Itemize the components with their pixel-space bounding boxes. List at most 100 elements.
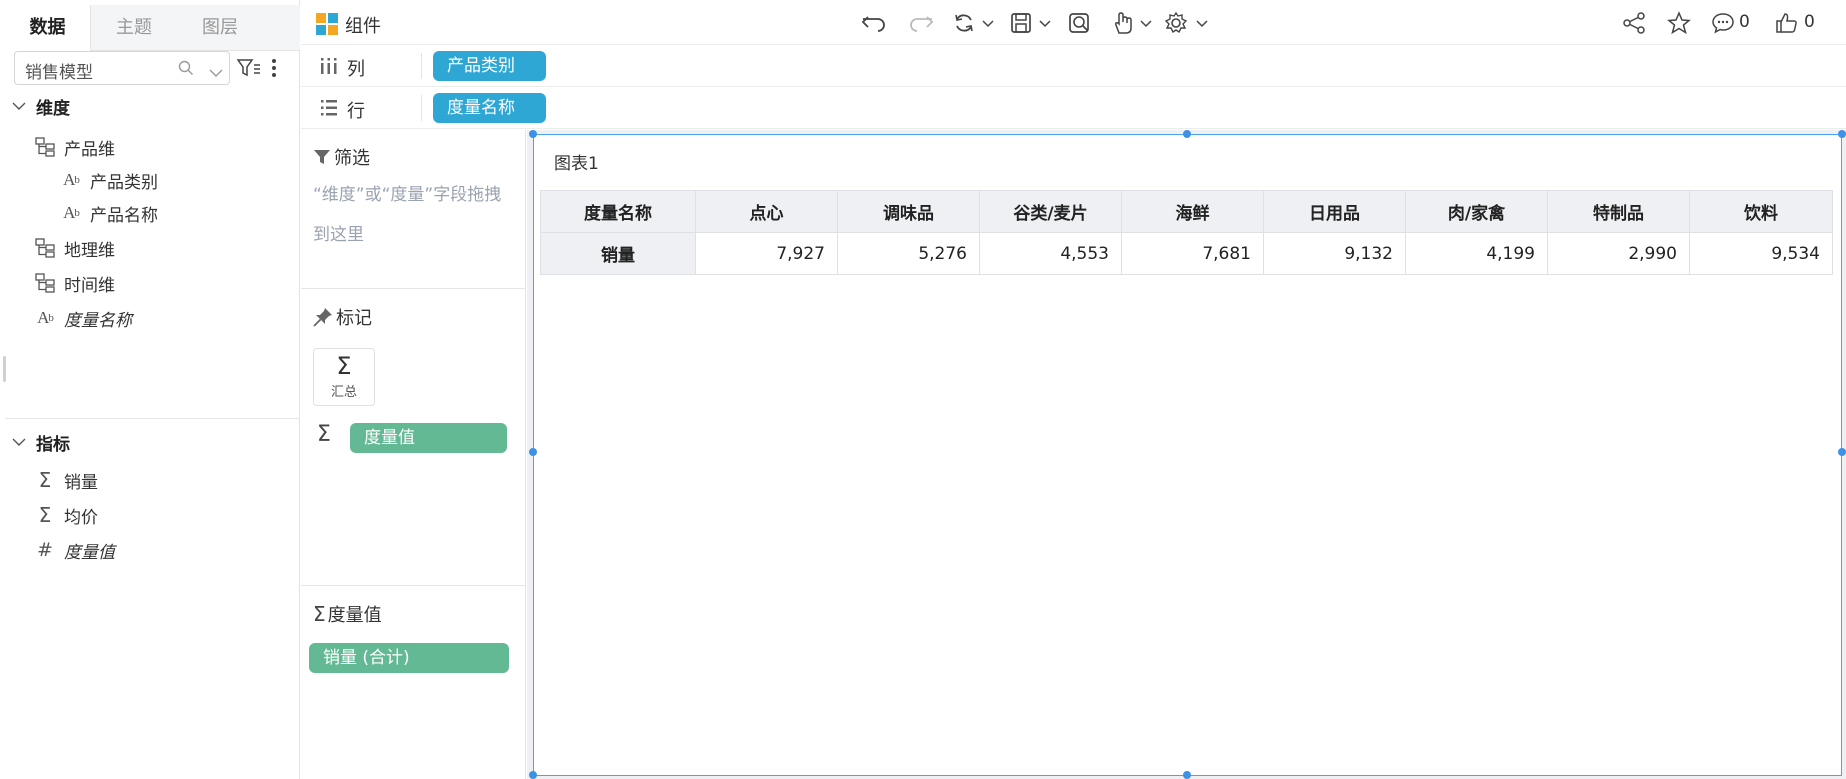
- column-header[interactable]: 度量名称: [540, 190, 696, 233]
- tab-theme[interactable]: 主题: [91, 5, 177, 51]
- table-cell[interactable]: 9,534: [1689, 232, 1833, 275]
- tab-data[interactable]: 数据: [5, 5, 91, 52]
- table-cell[interactable]: 2,990: [1547, 232, 1690, 275]
- column-header[interactable]: 日用品: [1263, 190, 1406, 233]
- field-label: 均价: [64, 507, 98, 528]
- tab-layers[interactable]: 图层: [177, 5, 263, 51]
- filter-header: 筛选: [313, 144, 370, 170]
- redo-icon[interactable]: [908, 10, 934, 36]
- resize-handle-top-right[interactable]: [1838, 130, 1846, 138]
- like-count: 0: [1804, 12, 1815, 32]
- table-cell[interactable]: 9,132: [1263, 232, 1406, 275]
- columns-pill-product-category[interactable]: 产品类别: [433, 51, 546, 81]
- field-geo-dim[interactable]: 地理维: [34, 234, 115, 262]
- search-icon[interactable]: [178, 60, 194, 81]
- text-field-icon: Ab: [63, 170, 80, 189]
- sigma-icon: Σ: [38, 468, 52, 492]
- chevron-down-icon: [12, 432, 28, 452]
- marks-panel: 筛选 “维度”或“度量”字段拖拽到这里 标记 Σ 汇总 Σ 度量值 Σ 度量值 …: [301, 130, 526, 779]
- sigma-icon: Σ: [336, 352, 352, 380]
- share-icon[interactable]: [1622, 10, 1646, 36]
- field-label: 产品类别: [90, 172, 158, 193]
- like-icon[interactable]: [1775, 10, 1799, 36]
- sigma-icon: Σ: [313, 602, 326, 626]
- comment-icon[interactable]: [1711, 10, 1735, 36]
- field-label: 产品维: [64, 139, 115, 160]
- column-header[interactable]: 饮料: [1689, 190, 1833, 233]
- undo-icon[interactable]: [861, 10, 887, 36]
- dimensions-header[interactable]: 维度: [12, 93, 70, 119]
- field-label: 地理维: [64, 240, 115, 261]
- preview-icon[interactable]: [1068, 10, 1092, 36]
- hierarchy-icon: [34, 137, 56, 157]
- hierarchy-icon: [34, 273, 56, 293]
- chart-title: 图表1: [554, 154, 599, 174]
- component-logo-icon[interactable]: [316, 13, 338, 35]
- table-row: 销量 7,927 5,276 4,553 7,681 9,132 4,199 2…: [540, 232, 1833, 275]
- model-select-value: 销售模型: [25, 63, 93, 83]
- measures-header[interactable]: 指标: [12, 429, 70, 455]
- measure-values-pill-sales-sum[interactable]: 销量 (合计): [309, 643, 509, 673]
- model-select[interactable]: 销售模型: [14, 51, 230, 85]
- columns-shelf: 列 产品类别: [301, 45, 1846, 87]
- field-product-name[interactable]: Ab 产品名称: [60, 199, 158, 227]
- rows-label: 行: [347, 101, 365, 122]
- chevron-down-icon: [12, 96, 28, 116]
- more-vertical-icon[interactable]: [270, 58, 278, 83]
- field-product-dim[interactable]: 产品维: [34, 133, 115, 161]
- settings-gear-icon[interactable]: [1165, 10, 1209, 36]
- table-cell[interactable]: 4,199: [1405, 232, 1548, 275]
- column-header[interactable]: 点心: [695, 190, 838, 233]
- field-product-category[interactable]: Ab 产品类别: [60, 166, 158, 194]
- marks-title: 标记: [336, 308, 372, 329]
- summary-label: 汇总: [330, 385, 357, 400]
- resize-handle-bottom[interactable]: [1183, 771, 1191, 779]
- component-label[interactable]: 组件: [345, 12, 381, 38]
- resize-handle-bottom-left[interactable]: [529, 771, 537, 779]
- filter-drop-zone[interactable]: “维度”或“度量”字段拖拽到这里: [313, 175, 513, 255]
- hand-interaction-icon[interactable]: [1111, 10, 1153, 36]
- column-header[interactable]: 调味品: [837, 190, 980, 233]
- column-header[interactable]: 特制品: [1547, 190, 1690, 233]
- filter-icon: [313, 148, 331, 166]
- refresh-icon[interactable]: [953, 10, 995, 36]
- chart-component[interactable]: 图表1 度量名称 点心 调味品 谷类/麦片 海鲜 日用品 肉/家禽 特制品 饮料…: [533, 134, 1842, 776]
- column-header[interactable]: 肉/家禽: [1405, 190, 1548, 233]
- field-measure-value[interactable]: # 度量值: [34, 536, 115, 564]
- sigma-icon: Σ: [317, 422, 331, 447]
- table-cell[interactable]: 4,553: [979, 232, 1122, 275]
- top-toolbar: 组件 0 0: [301, 0, 1846, 45]
- resize-handle-right[interactable]: [1838, 448, 1846, 456]
- row-header[interactable]: 销量: [540, 232, 696, 275]
- table-cell[interactable]: 7,681: [1121, 232, 1264, 275]
- resize-handle-top-left[interactable]: [529, 130, 537, 138]
- field-label: 时间维: [64, 275, 115, 296]
- dimensions-title: 维度: [36, 98, 70, 119]
- column-header[interactable]: 海鲜: [1121, 190, 1264, 233]
- resize-handle[interactable]: [3, 356, 6, 382]
- text-field-icon: Ab: [63, 203, 80, 222]
- table-cell[interactable]: 7,927: [695, 232, 838, 275]
- filter-fields-icon[interactable]: [236, 58, 261, 83]
- table-cell[interactable]: 5,276: [837, 232, 980, 275]
- columns-label: 列: [347, 59, 365, 80]
- save-icon[interactable]: [1010, 10, 1052, 36]
- summary-mark-button[interactable]: Σ 汇总: [313, 348, 375, 406]
- marks-pill-measure-value[interactable]: 度量值: [350, 423, 507, 453]
- star-icon[interactable]: [1667, 10, 1691, 36]
- field-label: 销量: [64, 472, 98, 493]
- field-avg-price[interactable]: Σ 均价: [34, 501, 98, 529]
- field-sales[interactable]: Σ 销量: [34, 466, 98, 494]
- measures-title: 指标: [36, 434, 70, 455]
- rows-pill-measure-name[interactable]: 度量名称: [433, 93, 546, 123]
- field-time-dim[interactable]: 时间维: [34, 269, 115, 297]
- measure-values-header: Σ 度量值: [313, 601, 382, 627]
- field-measure-name[interactable]: Ab 度量名称: [34, 304, 132, 332]
- field-label: 度量值: [64, 542, 115, 563]
- chevron-down-icon[interactable]: [209, 63, 223, 83]
- column-header[interactable]: 谷类/麦片: [979, 190, 1122, 233]
- resize-handle-top[interactable]: [1183, 130, 1191, 138]
- comment-count: 0: [1739, 12, 1750, 32]
- field-label: 度量名称: [64, 310, 132, 331]
- resize-handle-left[interactable]: [529, 448, 537, 456]
